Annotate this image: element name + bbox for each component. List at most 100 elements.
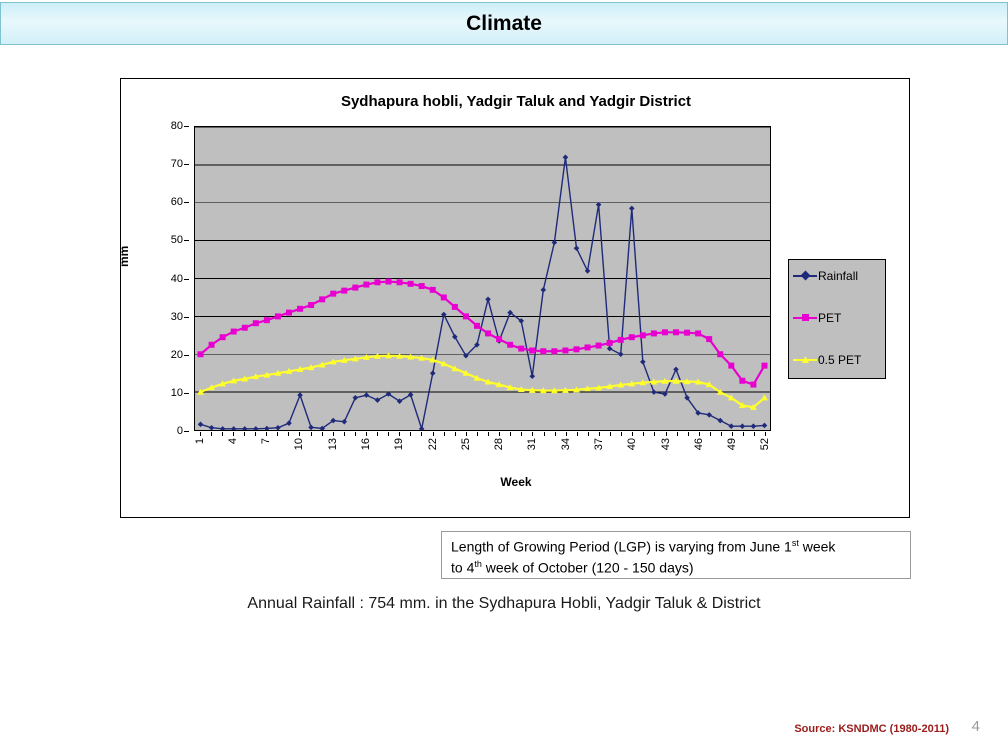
x-tick-mark	[210, 432, 212, 436]
lgp-line2-text-a: to 4	[451, 559, 475, 576]
data-point	[208, 424, 215, 430]
data-point	[507, 341, 514, 348]
y-tick-mark	[184, 164, 189, 166]
data-point	[241, 324, 248, 331]
x-tick-mark	[332, 432, 334, 436]
x-tick-mark	[687, 432, 689, 436]
x-tick-label: 16	[359, 438, 372, 451]
data-point	[496, 336, 503, 343]
y-tick-mark	[184, 126, 189, 127]
legend-label-half-pet: 0.5 PET	[818, 353, 862, 367]
data-point	[252, 320, 259, 327]
x-tick-mark	[565, 432, 567, 436]
x-tick-label: 34	[559, 438, 572, 451]
data-point	[374, 279, 381, 286]
y-tick-label: 80	[170, 120, 183, 132]
page-title: Climate	[466, 11, 542, 35]
data-point	[297, 305, 304, 312]
data-point	[241, 426, 248, 430]
data-point	[219, 426, 226, 430]
x-tick-label: 43	[659, 438, 672, 451]
data-point	[695, 330, 702, 337]
chart-title: Sydhapura hobli, Yadgir Taluk and Yadgir…	[340, 93, 692, 110]
lgp-note-line-1: Length of Growing Period (LGP) is varyin…	[451, 537, 901, 558]
data-point	[451, 303, 458, 310]
plot-area	[194, 126, 771, 431]
data-point	[518, 345, 525, 352]
x-tick-mark	[255, 432, 257, 436]
source-note: Source: KSNDMC (1980-2011)	[794, 723, 949, 735]
data-point	[407, 280, 414, 287]
legend-swatch-rainfall	[793, 270, 817, 282]
data-point	[230, 426, 237, 430]
data-point	[761, 362, 768, 369]
lgp-line1-text-b: week	[798, 538, 836, 555]
x-tick-label: 10	[293, 438, 306, 451]
data-point	[485, 296, 491, 303]
data-point	[562, 347, 569, 354]
data-point	[706, 412, 712, 418]
x-tick-mark	[465, 432, 467, 436]
data-point	[385, 278, 392, 285]
data-point	[595, 342, 602, 349]
data-point	[219, 334, 226, 341]
page-number: 4	[971, 718, 980, 735]
data-point	[286, 309, 292, 316]
lgp-line2-text-b: week of October (120 - 150 days)	[481, 559, 694, 576]
x-tick-label: 1	[193, 438, 206, 445]
y-tick-label: 30	[170, 310, 183, 323]
x-tick-mark	[454, 432, 456, 436]
data-point	[673, 329, 679, 336]
data-point	[297, 392, 303, 398]
lgp-note-line-2: to 4th week of October (120 - 150 days)	[451, 558, 901, 579]
data-point	[363, 392, 370, 398]
data-point	[617, 336, 624, 343]
chart-container: Sydhapura hobli, Yadgir Taluk and Yadgir…	[117, 78, 910, 518]
x-tick-mark	[676, 432, 678, 436]
x-tick-mark	[554, 432, 556, 436]
data-point	[573, 245, 580, 251]
x-tick-mark	[310, 432, 312, 436]
data-point	[728, 362, 735, 369]
data-point	[606, 339, 613, 346]
legend-item-rainfall: Rainfall	[793, 268, 858, 284]
series-line-0-5-pet	[200, 354, 766, 409]
data-point	[253, 426, 259, 430]
data-point	[717, 351, 724, 358]
data-point	[429, 286, 436, 293]
data-point	[462, 313, 469, 320]
y-tick-mark	[184, 392, 189, 394]
data-point	[606, 345, 613, 352]
data-point	[274, 313, 281, 320]
x-tick-label: 7	[260, 438, 273, 445]
data-point	[352, 284, 359, 291]
x-tick-label: 22	[426, 438, 439, 451]
data-point	[761, 394, 768, 401]
x-tick-label: 31	[526, 438, 539, 451]
x-tick-mark	[232, 432, 234, 436]
data-point	[330, 290, 337, 297]
x-tick-label: 19	[393, 438, 406, 451]
x-tick-label: 37	[593, 438, 605, 451]
data-point	[551, 348, 558, 355]
y-tick-mark	[184, 354, 189, 356]
data-point	[341, 287, 348, 294]
data-point	[529, 373, 536, 379]
y-tick-label: 40	[170, 272, 183, 285]
data-point	[363, 281, 370, 288]
data-point	[197, 351, 204, 358]
x-tick-mark	[732, 432, 734, 436]
y-tick-mark	[184, 278, 189, 280]
x-tick-mark	[266, 432, 268, 436]
data-point	[319, 296, 326, 303]
x-tick-mark	[632, 432, 634, 436]
data-point	[673, 366, 679, 373]
x-tick-label: 28	[493, 438, 506, 451]
x-tick-mark	[365, 432, 367, 436]
data-point	[750, 423, 757, 429]
legend-swatch-pet	[793, 312, 817, 324]
legend-swatch-half-pet	[793, 354, 817, 366]
x-tick-mark	[709, 432, 711, 436]
data-point	[651, 389, 657, 395]
x-tick-mark	[421, 432, 423, 436]
